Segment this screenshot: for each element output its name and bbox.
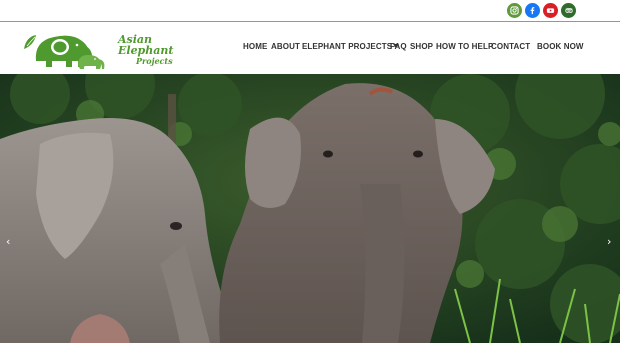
site-header: Asian Elephant Projects HOME ABOUT ELEPH… [0,22,620,74]
slider-next-arrow[interactable]: › [607,236,615,248]
nav-book-now[interactable]: BOOK NOW [537,42,584,51]
hero-slider: ‹ › [0,74,620,343]
nav-faq[interactable]: FAQ [390,42,407,51]
main-nav: HOME ABOUT ELEPHANT PROJECTS FAQ SHOP HO… [0,42,620,54]
nav-shop[interactable]: SHOP [410,42,433,51]
facebook-icon[interactable] [525,3,540,18]
social-bar [0,0,620,22]
nav-elephant-projects[interactable]: ELEPHANT PROJECTS [302,42,400,51]
tripadvisor-icon[interactable] [561,3,576,18]
nav-how-to-help[interactable]: HOW TO HELP [436,42,493,51]
nav-home[interactable]: HOME [243,42,267,51]
nav-about[interactable]: ABOUT [271,42,300,51]
youtube-icon[interactable] [543,3,558,18]
instagram-icon[interactable] [507,3,522,18]
hero-elephants-image [0,74,620,343]
logo-line-3: Projects [136,56,173,66]
nav-contact[interactable]: CONTACT [491,42,530,51]
slider-prev-arrow[interactable]: ‹ [6,236,14,248]
nav-elephant-projects-label: ELEPHANT PROJECTS [302,42,393,51]
